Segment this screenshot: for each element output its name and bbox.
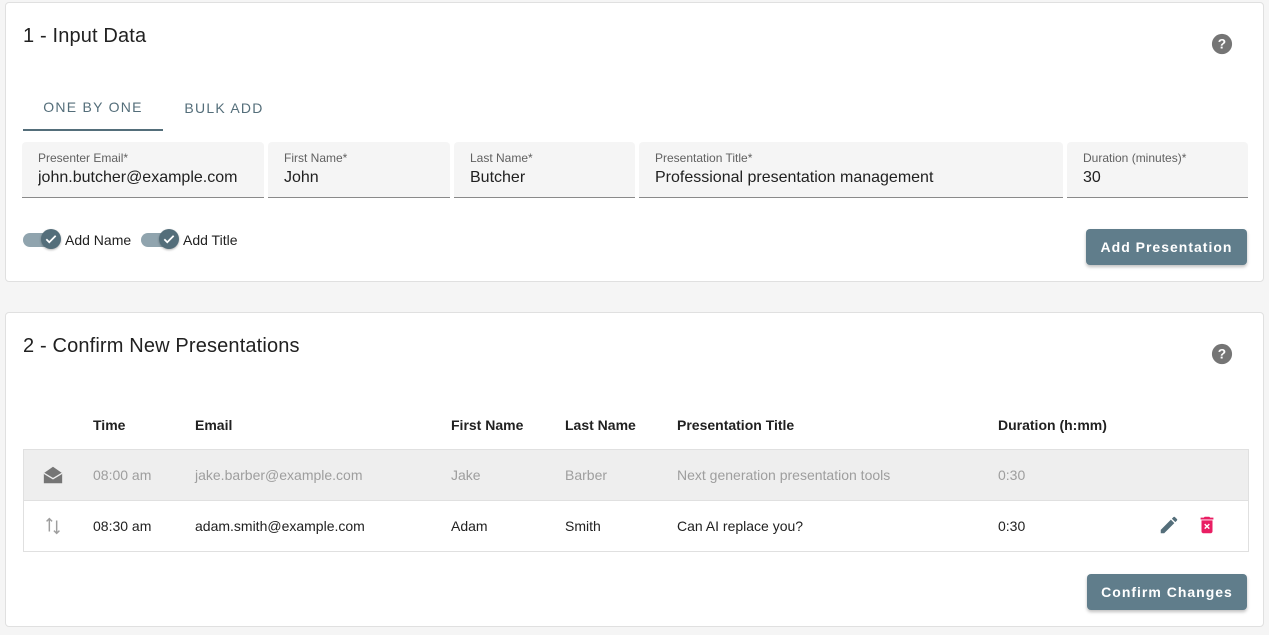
row-duration: 0:30: [998, 518, 1026, 534]
presentation-title-label: Presentation Title*: [655, 151, 753, 165]
tab-bulk-add[interactable]: BULK ADD: [163, 85, 285, 131]
table-row: 08:30 am adam.smith@example.com Adam Smi…: [23, 501, 1249, 552]
duration-label: Duration (minutes)*: [1083, 151, 1187, 165]
row-duration: 0:30: [998, 467, 1026, 483]
edit-pencil-icon[interactable]: [1158, 514, 1180, 536]
add-title-switch[interactable]: [141, 229, 179, 249]
column-header-duration: Duration (h:mm): [998, 417, 1107, 433]
confirm-changes-button[interactable]: Confirm Changes: [1087, 574, 1247, 610]
duration-field[interactable]: Duration (minutes)* 30: [1067, 142, 1248, 198]
column-header-presentation-title: Presentation Title: [677, 417, 795, 433]
add-presentation-button[interactable]: Add Presentation: [1086, 229, 1247, 265]
column-header-email: Email: [195, 417, 233, 433]
row-first-name: Jake: [451, 467, 481, 483]
help-icon[interactable]: ?: [1211, 343, 1233, 365]
svg-text:?: ?: [1218, 37, 1226, 52]
first-name-field[interactable]: First Name* John: [268, 142, 450, 198]
envelope-open-icon: [43, 466, 63, 484]
svg-text:?: ?: [1218, 347, 1226, 362]
column-header-time: Time: [93, 417, 126, 433]
help-icon[interactable]: ?: [1211, 33, 1233, 55]
input-data-card: 1 - Input Data ? ONE BY ONE BULK ADD Pre…: [5, 2, 1264, 282]
presenter-email-input[interactable]: john.butcher@example.com: [38, 169, 248, 187]
add-name-switch[interactable]: [23, 229, 61, 249]
check-icon: [41, 229, 61, 249]
row-title: Next generation presentation tools: [677, 467, 891, 483]
row-last-name: Barber: [565, 467, 608, 483]
first-name-input[interactable]: John: [284, 169, 434, 187]
row-first-name: Adam: [451, 518, 488, 534]
row-time: 08:00 am: [93, 467, 152, 483]
first-name-label: First Name*: [284, 151, 348, 165]
column-header-first-name: First Name: [451, 417, 524, 433]
confirm-presentations-title: 2 - Confirm New Presentations: [23, 335, 300, 357]
last-name-field[interactable]: Last Name* Butcher: [454, 142, 635, 198]
table-header: Time Email First Name Last Name Presenta…: [23, 403, 1249, 450]
column-header-last-name: Last Name: [565, 417, 636, 433]
swap-vertical-icon[interactable]: [42, 515, 64, 537]
presentation-title-input[interactable]: Professional presentation management: [655, 169, 1047, 187]
add-title-label: Add Title: [183, 232, 238, 248]
duration-input[interactable]: 30: [1083, 169, 1232, 187]
row-time: 08:30 am: [93, 518, 152, 534]
row-last-name: Smith: [565, 518, 601, 534]
delete-icon[interactable]: [1196, 514, 1218, 536]
add-name-label: Add Name: [65, 232, 132, 248]
row-email: jake.barber@example.com: [195, 467, 363, 483]
presentation-title-field[interactable]: Presentation Title* Professional present…: [639, 142, 1063, 198]
add-name-toggle[interactable]: Add Name: [23, 229, 132, 249]
confirm-presentations-card: 2 - Confirm New Presentations ? Time Ema…: [5, 312, 1264, 627]
table-row: 08:00 am jake.barber@example.com Jake Ba…: [23, 450, 1249, 501]
presenter-email-field[interactable]: Presenter Email* john.butcher@example.co…: [22, 142, 264, 198]
row-title: Can AI replace you?: [677, 518, 804, 534]
last-name-label: Last Name*: [470, 151, 533, 165]
check-icon: [159, 229, 179, 249]
last-name-input[interactable]: Butcher: [470, 169, 619, 187]
row-email: adam.smith@example.com: [195, 518, 365, 534]
presenter-email-label: Presenter Email*: [38, 151, 129, 165]
input-mode-tabs: ONE BY ONE BULK ADD: [23, 85, 285, 131]
add-title-toggle[interactable]: Add Title: [141, 229, 238, 249]
tab-one-by-one[interactable]: ONE BY ONE: [23, 85, 163, 131]
input-data-title: 1 - Input Data: [23, 25, 147, 47]
presentations-table: Time Email First Name Last Name Presenta…: [23, 403, 1249, 552]
